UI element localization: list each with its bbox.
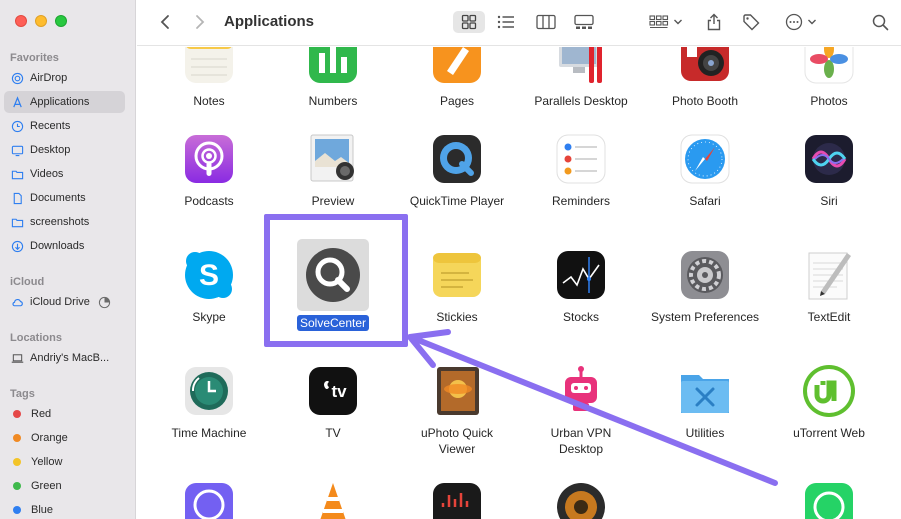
- annotation-arrow: [407, 329, 778, 486]
